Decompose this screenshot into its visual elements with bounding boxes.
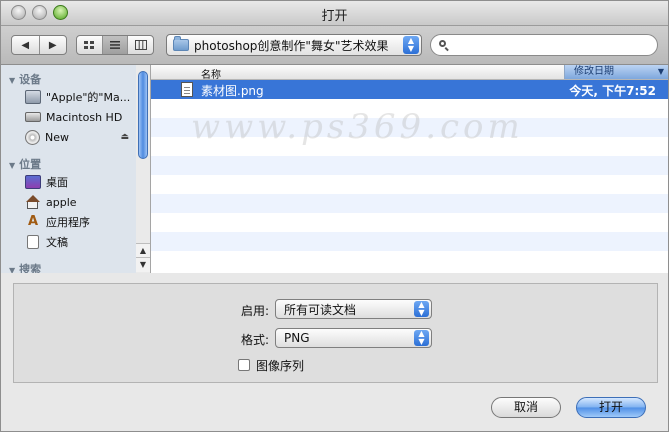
file-row[interactable]: 素材图.png 今天, 下午7:52 — [151, 80, 668, 99]
sidebar-item-label: Macintosh HD — [46, 110, 123, 124]
open-button[interactable]: 打开 — [576, 397, 646, 418]
image-sequence-checkbox[interactable] — [238, 359, 250, 371]
forward-button[interactable]: ▶ — [40, 36, 67, 54]
sidebar: ▼ 设备 "Apple"的"Ma... Macintosh HD New ⏏ ▼ 位置… — [1, 65, 137, 273]
sidebar-item-imac[interactable]: "Apple"的"Ma... — [25, 88, 133, 106]
png-file-icon — [181, 82, 193, 97]
documents-icon — [27, 235, 39, 249]
enable-value: 所有可读文档 — [284, 302, 357, 317]
format-popup[interactable]: PNG ▲ ▼ — [275, 328, 432, 348]
sidebar-item-label: 桌面 — [46, 176, 68, 189]
sidebar-item-label: New — [45, 130, 69, 144]
sidebar-item-apple[interactable]: apple — [25, 193, 133, 211]
list-header: 名称 修改日期 ▼ — [151, 65, 668, 81]
toolbar: ◀ ▶ photoshop创意制作"舞女"艺术效果 ▲ ▼ — [1, 26, 668, 65]
title-bar: 打开 — [1, 1, 668, 26]
cancel-button[interactable]: 取消 — [491, 397, 561, 418]
hard-disk-icon — [25, 112, 41, 122]
disclosure-triangle-icon: ▼ — [9, 76, 16, 85]
search-icon — [439, 40, 449, 50]
sidebar-group-places[interactable]: ▼ 位置 — [9, 156, 41, 172]
popup-arrows-icon: ▲ ▼ — [403, 36, 419, 54]
icon-view-icon — [84, 41, 95, 49]
disclosure-triangle-icon: ▼ — [9, 161, 16, 170]
enable-label: 启用: — [241, 304, 270, 318]
list-view-icon — [110, 41, 120, 49]
search-input[interactable] — [453, 35, 657, 55]
location-popup[interactable]: photoshop创意制作"舞女"艺术效果 ▲ ▼ — [166, 34, 422, 56]
empty-row — [151, 232, 668, 251]
sidebar-item-applications[interactable]: A 应用程序 — [25, 213, 133, 231]
file-name: 素材图.png — [201, 84, 264, 98]
empty-row — [151, 137, 668, 156]
home-icon — [25, 195, 41, 209]
desktop-icon — [25, 175, 41, 189]
open-dialog: 打开 ◀ ▶ photoshop创意制作"舞女"艺术效果 ▲ ▼ ▼ 设备 "A… — [0, 0, 669, 432]
popup-arrows-icon: ▲ ▼ — [414, 330, 429, 346]
icon-view-button[interactable] — [77, 36, 103, 54]
file-list[interactable]: 名称 修改日期 ▼ 素材图.png 今天, 下午7:52 — [151, 65, 668, 273]
options-pane: 启用: 所有可读文档 ▲ ▼ 格式: PNG ▲ ▼ 图像序列 — [13, 283, 658, 383]
enable-popup[interactable]: 所有可读文档 ▲ ▼ — [275, 299, 432, 319]
scroll-up-arrow-icon[interactable]: ▲ — [136, 243, 150, 258]
sidebar-item-label: apple — [46, 195, 77, 209]
image-sequence-label: 图像序列 — [256, 359, 305, 373]
sidebar-item-label: 文稿 — [46, 236, 68, 249]
file-date: 今天, 下午7:52 — [569, 84, 656, 98]
sidebar-group-search[interactable]: ▼ 搜索 — [9, 261, 41, 273]
disclosure-triangle-icon: ▼ — [9, 266, 16, 273]
sidebar-item-new[interactable]: New ⏏ — [25, 128, 133, 146]
empty-row — [151, 251, 668, 270]
applications-icon: A — [27, 214, 39, 229]
scrollbar-thumb[interactable] — [138, 71, 148, 159]
disc-icon — [25, 129, 40, 145]
back-button[interactable]: ◀ — [12, 36, 40, 54]
list-view-button[interactable] — [102, 36, 129, 54]
format-value: PNG — [284, 331, 310, 345]
forward-arrow-icon: ▶ — [48, 39, 57, 51]
sidebar-item-desktop[interactable]: 桌面 — [25, 173, 133, 191]
scroll-down-arrow-icon[interactable]: ▼ — [136, 257, 150, 272]
column-view-icon — [134, 40, 147, 50]
folder-icon — [173, 36, 189, 51]
back-forward-control: ◀ ▶ — [11, 35, 67, 55]
sidebar-group-devices[interactable]: ▼ 设备 — [9, 71, 41, 87]
empty-row — [151, 194, 668, 213]
sidebar-item-label: 应用程序 — [46, 216, 90, 229]
window-title: 打开 — [321, 9, 348, 24]
sidebar-item-macintosh-hd[interactable]: Macintosh HD — [25, 108, 133, 126]
column-header-date-modified[interactable]: 修改日期 ▼ — [564, 65, 668, 79]
sort-descending-icon: ▼ — [657, 67, 664, 76]
empty-row — [151, 213, 668, 232]
empty-row — [151, 99, 668, 118]
back-arrow-icon: ◀ — [21, 39, 30, 51]
location-label: photoshop创意制作"舞女"艺术效果 — [194, 38, 389, 53]
empty-row — [151, 118, 668, 137]
sidebar-scrollbar[interactable]: ▲ ▼ — [136, 65, 151, 273]
sidebar-item-label: "Apple"的"Ma... — [46, 91, 131, 104]
sidebar-item-documents[interactable]: 文稿 — [25, 233, 133, 251]
view-mode-control — [76, 35, 154, 55]
popup-arrows-icon: ▲ ▼ — [414, 301, 429, 317]
column-view-button[interactable] — [128, 36, 153, 54]
search-field[interactable] — [430, 34, 658, 56]
empty-row — [151, 175, 668, 194]
imac-icon — [25, 90, 41, 104]
format-label: 格式: — [241, 333, 270, 347]
empty-row — [151, 156, 668, 175]
column-header-name[interactable]: 名称 — [201, 66, 221, 81]
eject-icon[interactable]: ⏏ — [120, 132, 129, 142]
